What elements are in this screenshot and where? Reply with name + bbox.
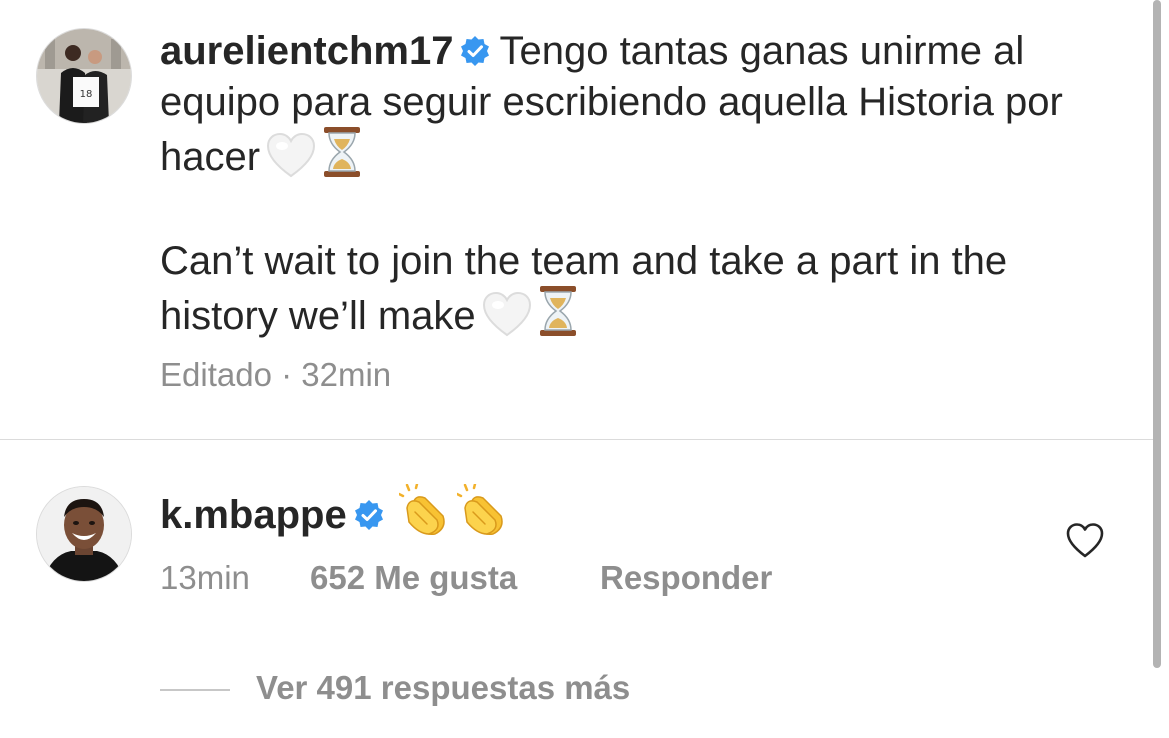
comment-meta: 13min 652 Me gusta Responder — [160, 558, 772, 598]
caption-text: aurelientchm17 Tengo tantas ganas unirme … — [160, 27, 1120, 348]
verified-badge-icon — [459, 30, 491, 78]
heart-icon[interactable] — [1065, 521, 1105, 561]
avatar-aurelientchm17[interactable]: 18 — [36, 28, 132, 124]
hourglass-icon — [322, 126, 362, 189]
avatar-photo-icon: 18 — [37, 29, 131, 123]
avatar-photo-icon — [37, 487, 131, 581]
clapping-hands-icon — [455, 482, 509, 547]
divider — [0, 439, 1160, 440]
view-replies-button[interactable]: Ver 491 respuestas más — [160, 668, 630, 708]
reply-button[interactable]: Responder — [600, 558, 772, 598]
scrollbar[interactable] — [1153, 0, 1161, 668]
svg-text:18: 18 — [80, 89, 93, 100]
comment-likes[interactable]: 652 Me gusta — [310, 558, 600, 598]
caption-paragraph-en: Can’t wait to join the team and take a p… — [160, 237, 1120, 348]
comment-username[interactable]: k.mbappe — [160, 493, 347, 537]
comment-time: 13min — [160, 559, 250, 596]
comment-body: k.mbappe — [160, 482, 509, 547]
clapping-hands-icon — [397, 482, 451, 547]
edited-label: Editado — [160, 356, 272, 393]
hourglass-icon — [538, 285, 578, 348]
meta-separator: · — [281, 356, 293, 393]
caption-meta: Editado · 32min — [160, 355, 391, 395]
view-replies-label: Ver 491 respuestas más — [256, 669, 631, 706]
verified-badge-icon — [353, 494, 385, 542]
caption-paragraph-es: aurelientchm17 Tengo tantas ganas unirme … — [160, 27, 1120, 189]
white-heart-icon — [266, 132, 316, 189]
caption-time: 32min — [301, 356, 392, 393]
white-heart-icon — [482, 291, 532, 348]
replies-divider — [160, 689, 230, 692]
caption-username[interactable]: aurelientchm17 — [160, 29, 453, 73]
post-caption: 18 aurelientchm17 Tengo tantas ganas unir… — [0, 0, 1150, 440]
caption-text-en: Can’t wait to join the team and take a p… — [160, 239, 1008, 338]
avatar-k-mbappe[interactable] — [36, 486, 132, 582]
